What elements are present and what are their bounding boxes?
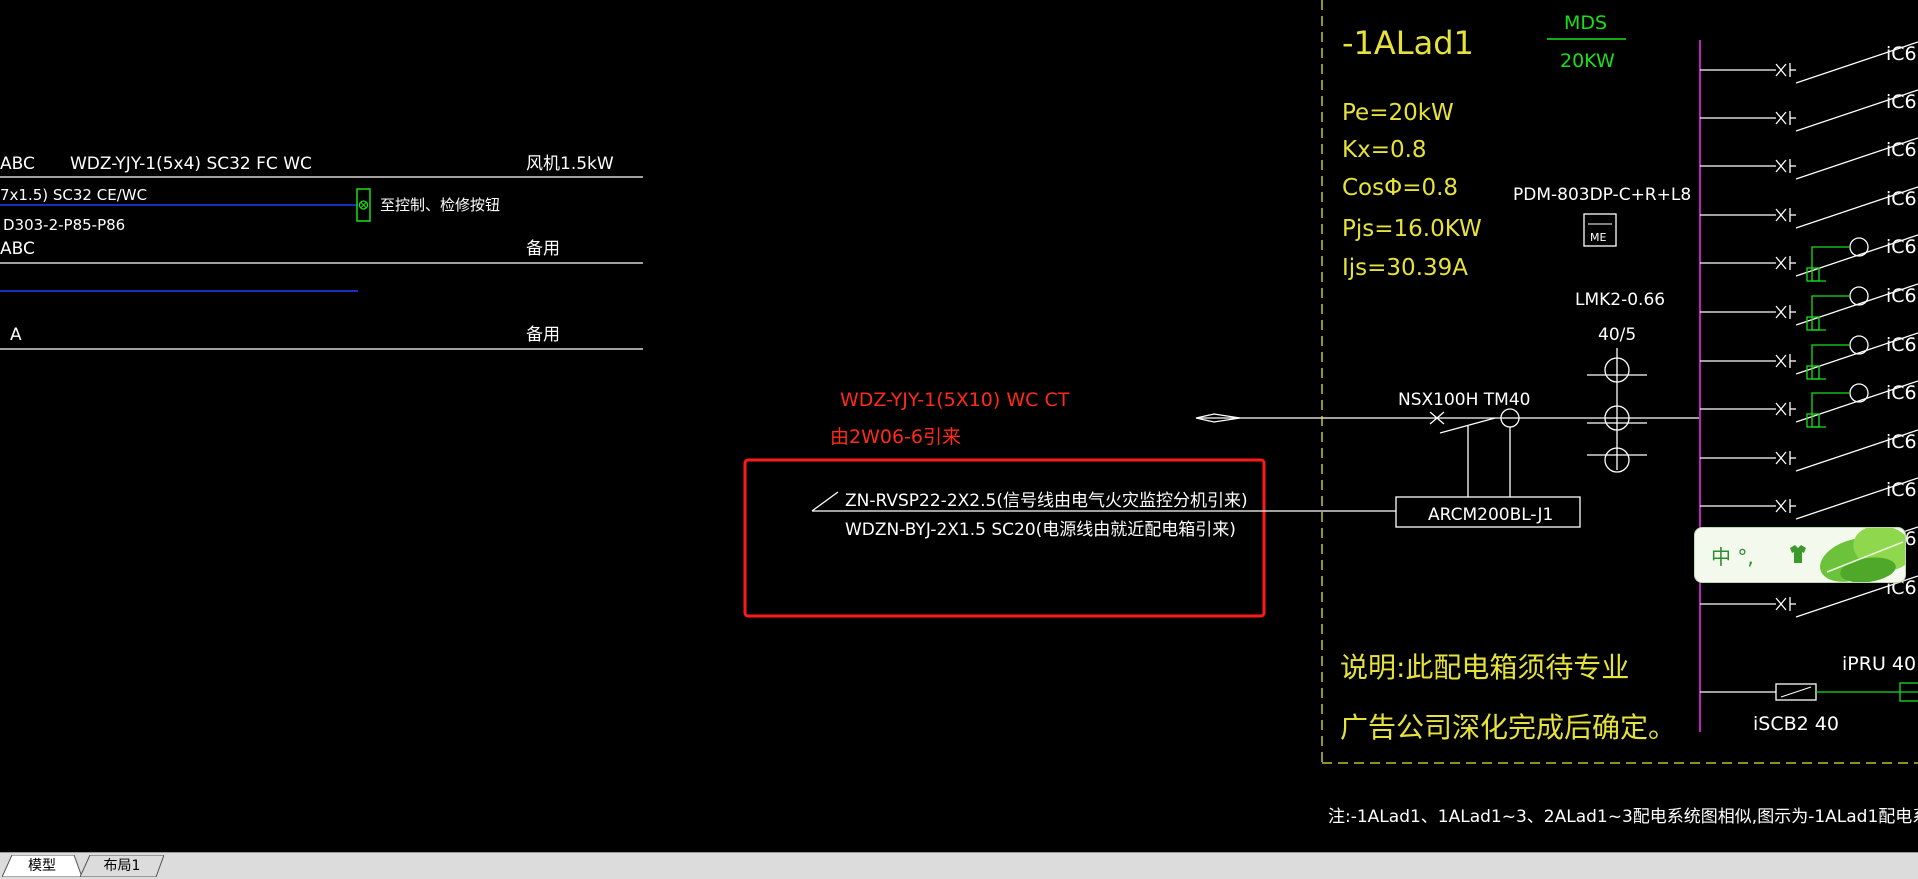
mds-label: MDS [1564, 12, 1607, 34]
row1-load: 风机1.5kW [526, 154, 614, 174]
row1-phase: ABC [0, 154, 35, 174]
branch-7-rcd-ring [1849, 335, 1869, 355]
branch-7-label: iC65 [1886, 334, 1918, 356]
tab-layout1[interactable]: 布局1 [80, 855, 164, 877]
spd-model: iPRU 40 [1842, 653, 1916, 675]
ime-leaf-decoration [1820, 528, 1905, 582]
layout-tab-bar: 模型 布局1 [0, 852, 1918, 879]
param-pjs: Pjs=16.0KW [1342, 216, 1482, 242]
ime-skin-icon[interactable] [1787, 542, 1809, 566]
param-kx: Kx=0.8 [1342, 137, 1427, 163]
mds-power: 20KW [1560, 50, 1615, 72]
branch-10-label: iC65 [1886, 479, 1918, 501]
ime-mode-text[interactable]: 中 °, [1711, 541, 1754, 570]
distribution-panel: -1ALad1 MDS 20KW Pe=20kW Kx=0.8 CosΦ=0.8… [1321, 0, 1918, 764]
row2-load: 备用 [526, 239, 560, 259]
branch-4-label: iC65 [1886, 188, 1918, 210]
param-ijs: Ijs=30.39A [1342, 255, 1468, 281]
incoming-cable-label: WDZ-YJY-1(5X10) WC CT [840, 389, 1070, 411]
spd-breaker-model: iSCB2 40 [1753, 713, 1839, 735]
param-pe: Pe=20kW [1342, 100, 1454, 126]
branch-9-label: iC65 [1886, 431, 1918, 453]
signal-cable-label: ZN-RVSP22-2X2.5(信号线由电气火灾监控分机引来) [845, 491, 1248, 511]
row1-sub-cable: 7x1.5) SC32 CE/WC [0, 186, 147, 204]
power-cable-label: WDZN-BYJ-2X1.5 SC20(电源线由就近配电箱引来) [845, 520, 1236, 540]
current-transformers [1587, 348, 1647, 473]
main-breaker-model: NSX100H TM40 [1398, 390, 1530, 410]
branch-8-label: iC65 [1886, 382, 1918, 404]
branch-2-breaker-mark [1775, 111, 1791, 125]
branch-10-breaker-mark [1775, 499, 1791, 513]
branch-7-breaker-mark [1775, 354, 1791, 368]
panel-note-line2: 广告公司深化完成后确定。 [1340, 711, 1676, 744]
spd-circuit: iPRU 40 iSCB2 40 [1700, 653, 1918, 735]
ct-ratio: 40/5 [1598, 325, 1636, 345]
branch-3-breaker-mark [1775, 159, 1791, 173]
branch-9-breaker-mark [1775, 451, 1791, 465]
param-cos: CosΦ=0.8 [1342, 175, 1458, 201]
row1-cable-spec: WDZ-YJY-1(5x4) SC32 FC WC [70, 154, 312, 174]
branch-2-label: iC65 [1886, 91, 1918, 113]
row2-phase: ABC [0, 239, 35, 259]
highlight-annotation[interactable]: ZN-RVSP22-2X2.5(信号线由电气火灾监控分机引来) WDZN-BYJ… [743, 458, 1396, 618]
row3-phase: A [10, 325, 22, 345]
branch-6-label: iC65 [1886, 285, 1918, 307]
branch-5-rcd-ring [1849, 237, 1869, 257]
ime-status-bar[interactable]: 中 °, [1694, 527, 1906, 583]
branch-12-breaker-mark [1775, 597, 1791, 611]
row2-reference: D303-2-P85-P86 [3, 216, 125, 234]
tab-model[interactable]: 模型 [2, 855, 82, 877]
branch-3-label: iC65 [1886, 139, 1918, 161]
meter-box-label: ME [1590, 231, 1606, 244]
panel-note-line1: 说明:此配电箱须待专业 [1340, 651, 1629, 684]
branch-5-label: iC65 [1886, 236, 1918, 258]
cad-drawing-canvas[interactable]: ABC WDZ-YJY-1(5x4) SC32 FC WC 风机1.5kW 7x… [0, 0, 1918, 852]
tab-layout1-label: 布局1 [103, 858, 141, 874]
branch-1-label: iC65 [1886, 43, 1918, 65]
arc-monitor-model: ARCM200BL-J1 [1428, 505, 1553, 525]
incoming-source-label: 由2W06-6引来 [830, 426, 961, 448]
drawing-footnote: 注:-1ALad1、1ALad1~3、2ALad1~3配电系统图相似,图示为-1… [1328, 807, 1918, 827]
row1-control-note: 至控制、检修按钮 [380, 196, 500, 214]
branch-8-rcd-ring [1849, 383, 1869, 403]
branch-6-rcd-ring [1849, 286, 1869, 306]
incoming-feeder: WDZ-YJY-1(5X10) WC CT 由2W06-6引来 [830, 389, 1700, 448]
branch-5-breaker-mark [1775, 256, 1791, 270]
ct-model: LMK2-0.66 [1575, 290, 1665, 310]
left-circuit-table: ABC WDZ-YJY-1(5x4) SC32 FC WC 风机1.5kW 7x… [0, 154, 643, 350]
branch-4-breaker-mark [1775, 208, 1791, 222]
branch-1-breaker-mark [1775, 63, 1791, 77]
tab-model-label: 模型 [28, 858, 56, 874]
branch-6-breaker-mark [1775, 305, 1791, 319]
main-breaker-symbol [1429, 408, 1520, 497]
panel-name: -1ALad1 [1342, 24, 1474, 62]
row3-load: 备用 [526, 325, 560, 345]
branch-8-breaker-mark [1775, 402, 1791, 416]
meter-model: PDM-803DP-C+R+L8 [1513, 185, 1691, 205]
